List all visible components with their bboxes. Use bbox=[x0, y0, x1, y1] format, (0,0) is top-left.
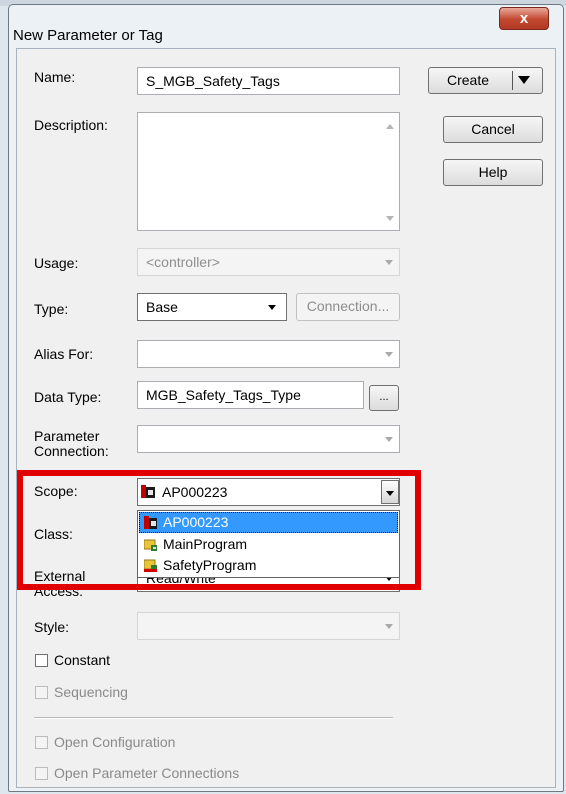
parameter-connection-label-line1: Parameter bbox=[34, 428, 100, 444]
description-field[interactable] bbox=[137, 112, 400, 231]
create-dropdown-arrow-icon[interactable] bbox=[518, 76, 530, 84]
style-label: Style: bbox=[34, 619, 70, 635]
open-parameter-connections-checkbox[interactable] bbox=[35, 767, 48, 780]
help-button[interactable]: Help bbox=[443, 159, 543, 186]
constant-checkbox[interactable] bbox=[35, 654, 48, 667]
usage-label: Usage: bbox=[34, 255, 79, 271]
parameter-connection-select[interactable] bbox=[137, 425, 400, 453]
alias-for-label: Alias For: bbox=[34, 346, 94, 362]
alias-for-dropdown-arrow-icon bbox=[385, 352, 393, 357]
cancel-button[interactable]: Cancel bbox=[443, 116, 543, 143]
data-type-field[interactable]: MGB_Safety_Tags_Type bbox=[137, 381, 364, 409]
style-select[interactable] bbox=[137, 612, 400, 640]
type-select[interactable]: Base bbox=[137, 293, 287, 321]
scroll-down-arrow-icon[interactable] bbox=[386, 216, 394, 221]
alias-for-select[interactable] bbox=[137, 340, 400, 368]
description-label: Description: bbox=[34, 117, 108, 133]
type-dropdown-arrow-icon bbox=[268, 305, 276, 310]
open-configuration-checkbox[interactable] bbox=[35, 736, 48, 749]
separator-line bbox=[34, 717, 393, 719]
open-parameter-connections-label: Open Parameter Connections bbox=[54, 765, 240, 781]
open-configuration-label: Open Configuration bbox=[54, 734, 176, 750]
name-field[interactable]: S_MGB_Safety_Tags bbox=[137, 67, 400, 95]
create-split-divider bbox=[512, 71, 513, 90]
name-label: Name: bbox=[34, 69, 76, 85]
window-title: New Parameter or Tag bbox=[13, 27, 163, 44]
scroll-up-arrow-icon[interactable] bbox=[386, 124, 394, 129]
data-type-label: Data Type: bbox=[34, 389, 102, 405]
usage-select[interactable]: <controller> bbox=[137, 248, 400, 276]
style-dropdown-arrow-icon bbox=[385, 624, 393, 629]
parameter-connection-label-line2: Connection: bbox=[34, 443, 109, 459]
description-scrollbar[interactable] bbox=[381, 113, 399, 230]
sequencing-label: Sequencing bbox=[54, 684, 128, 700]
annotation-highlight-box bbox=[17, 470, 421, 590]
parameter-connection-dropdown-arrow-icon bbox=[385, 437, 393, 442]
parameter-connection-label: Parameter Connection: bbox=[34, 429, 109, 459]
data-type-browse-button[interactable]: ... bbox=[369, 385, 399, 411]
sequencing-checkbox[interactable] bbox=[35, 686, 48, 699]
usage-dropdown-arrow-icon bbox=[385, 260, 393, 265]
close-button[interactable]: x bbox=[499, 7, 549, 30]
type-label: Type: bbox=[34, 301, 69, 317]
constant-label: Constant bbox=[54, 652, 111, 668]
create-button-label: Create bbox=[447, 72, 490, 88]
connection-button[interactable]: Connection... bbox=[296, 293, 400, 321]
